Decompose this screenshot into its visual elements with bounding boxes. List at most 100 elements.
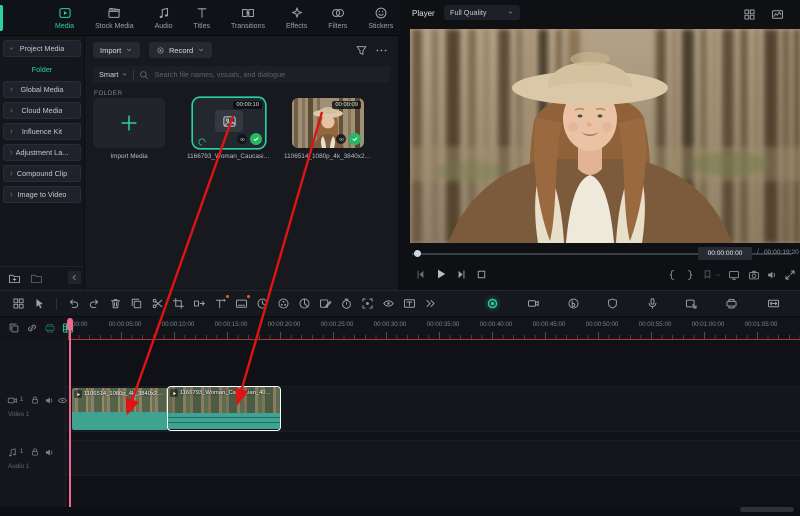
chevron-down-icon: [125, 46, 133, 54]
speed-button[interactable]: [256, 297, 269, 310]
add-text-button[interactable]: [214, 295, 229, 310]
search-mode-dropdown[interactable]: Smart: [99, 70, 128, 79]
sidebar-item-label: Folder: [31, 64, 53, 74]
smart-edit-toggle[interactable]: [486, 297, 499, 310]
track-lock-button[interactable]: [30, 395, 40, 405]
current-timecode: 00:00:00:00: [698, 247, 752, 260]
playhead-handle[interactable]: [67, 318, 74, 331]
sidebar-item-compound-clip[interactable]: Compound Clip: [3, 165, 81, 182]
text-template-button[interactable]: [403, 297, 416, 310]
stop-button[interactable]: [475, 268, 488, 281]
track-lock-button[interactable]: [30, 447, 40, 457]
sidebar-item-image-to-video[interactable]: Image to Video: [3, 186, 81, 203]
import-button[interactable]: Import: [93, 42, 141, 58]
snapshot-button[interactable]: [748, 269, 760, 281]
timeline-clip-2[interactable]: 1166793_Woman_Caucasian_40...: [167, 386, 281, 431]
tab-transitions[interactable]: Transitions: [226, 6, 270, 30]
audio-track-label: Audio 1: [8, 463, 30, 470]
tab-audio[interactable]: Audio: [150, 6, 178, 30]
mark-out-button[interactable]: [684, 269, 696, 281]
render-preview-button[interactable]: [725, 297, 738, 310]
edit-properties-button[interactable]: [319, 297, 332, 310]
audio-track-number: 1: [20, 449, 24, 455]
silence-detection-button[interactable]: [606, 297, 619, 310]
crop-button[interactable]: [172, 297, 185, 310]
tab-stock-media[interactable]: Stock Media: [90, 6, 139, 30]
sidebar-item-global-media[interactable]: Global Media: [3, 81, 81, 98]
timeline-clip-1[interactable]: 1106514_1080p_4k_3840x2160: [72, 388, 168, 430]
more-tools-button[interactable]: [424, 297, 437, 310]
split-view-button[interactable]: [743, 8, 756, 21]
play-icon: [76, 392, 81, 397]
media-item-1[interactable]: 00:00:10: [193, 98, 265, 148]
auto-caption-button[interactable]: [235, 295, 250, 310]
player-seek-handle[interactable]: [414, 250, 421, 257]
collapse-sidebar-button[interactable]: [68, 271, 81, 284]
sidebar-item-influence-kit[interactable]: Influence Kit: [3, 123, 81, 140]
audio-track-lane[interactable]: [0, 440, 800, 476]
play-button[interactable]: [434, 267, 448, 281]
chroma-key-button[interactable]: [298, 297, 311, 310]
motion-track-button[interactable]: [361, 297, 374, 310]
timeline-horizontal-scrollbar[interactable]: [740, 507, 794, 512]
record-icon: [156, 46, 165, 55]
track-height-caret[interactable]: [768, 300, 775, 307]
ripple-edit-button[interactable]: [193, 297, 206, 310]
tab-media[interactable]: Media: [50, 6, 79, 30]
select-tool-button[interactable]: [33, 297, 46, 310]
speed-ramp-button[interactable]: [527, 297, 540, 310]
track-mute-button[interactable]: [44, 395, 55, 406]
record-button[interactable]: Record: [149, 42, 213, 58]
fullscreen-button[interactable]: [784, 269, 796, 281]
copy-button[interactable]: [130, 297, 143, 310]
mark-in-button[interactable]: [666, 269, 678, 281]
folder-icon[interactable]: [30, 272, 43, 285]
previous-frame-button[interactable]: [414, 268, 427, 281]
marker-minus-icon: [714, 271, 722, 279]
chevron-down-icon: [121, 71, 128, 78]
voiceover-button[interactable]: [646, 297, 659, 310]
sidebar-item-label: Adjustment La...: [15, 148, 69, 157]
check-icon: [351, 135, 359, 143]
timeline-ruler[interactable]: 00:00 00:00:05:00 00:00:10:00 00:00:15:00 00…: [0, 316, 800, 340]
sidebar-item-folder[interactable]: Folder: [0, 61, 84, 77]
tab-label: Effects: [285, 23, 308, 30]
new-folder-button[interactable]: [8, 272, 21, 285]
import-media-tile[interactable]: [93, 98, 165, 148]
mask-button[interactable]: [382, 297, 395, 310]
preview-badge[interactable]: [237, 134, 247, 144]
tab-stickers[interactable]: Stickers: [363, 6, 398, 30]
redo-button[interactable]: [88, 297, 101, 310]
delete-button[interactable]: [109, 297, 122, 310]
duration-button[interactable]: [340, 297, 353, 310]
color-correction-button[interactable]: [277, 297, 290, 310]
sidebar-item-cloud-media[interactable]: Cloud Media: [3, 102, 81, 119]
filter-button[interactable]: [355, 44, 368, 57]
quality-dropdown[interactable]: Full Quality: [444, 5, 520, 20]
next-frame-button[interactable]: [455, 268, 468, 281]
search-input[interactable]: [154, 70, 384, 79]
sidebar-item-adjustment-layer[interactable]: Adjustment La...: [3, 144, 81, 161]
track-mute-button[interactable]: [44, 447, 55, 458]
undo-button[interactable]: [67, 297, 80, 310]
preview-badge[interactable]: [336, 134, 346, 144]
scopes-button[interactable]: [771, 8, 784, 21]
preview-display-button[interactable]: [728, 269, 740, 281]
split-button[interactable]: [151, 297, 164, 310]
sidebar-item-project-media[interactable]: Project Media: [3, 40, 81, 57]
media-item-2[interactable]: 00:00:09: [292, 98, 364, 148]
new-feature-dot: [226, 295, 229, 298]
beat-detection-button[interactable]: [567, 297, 580, 310]
media-view-button[interactable]: [12, 297, 25, 310]
duration-badge: 00:00:09: [332, 101, 361, 109]
more-options-button[interactable]: [375, 44, 388, 57]
quick-export-button[interactable]: [685, 297, 698, 310]
track-visibility-button[interactable]: [57, 395, 68, 406]
tab-label: Titles: [193, 23, 210, 30]
tab-titles[interactable]: Titles: [189, 6, 215, 30]
mute-button[interactable]: [766, 269, 778, 281]
tab-label: Stock Media: [95, 23, 134, 30]
tab-effects[interactable]: Effects: [281, 6, 312, 30]
tab-filters[interactable]: Filters: [323, 6, 352, 30]
add-marker-button[interactable]: [702, 269, 713, 280]
